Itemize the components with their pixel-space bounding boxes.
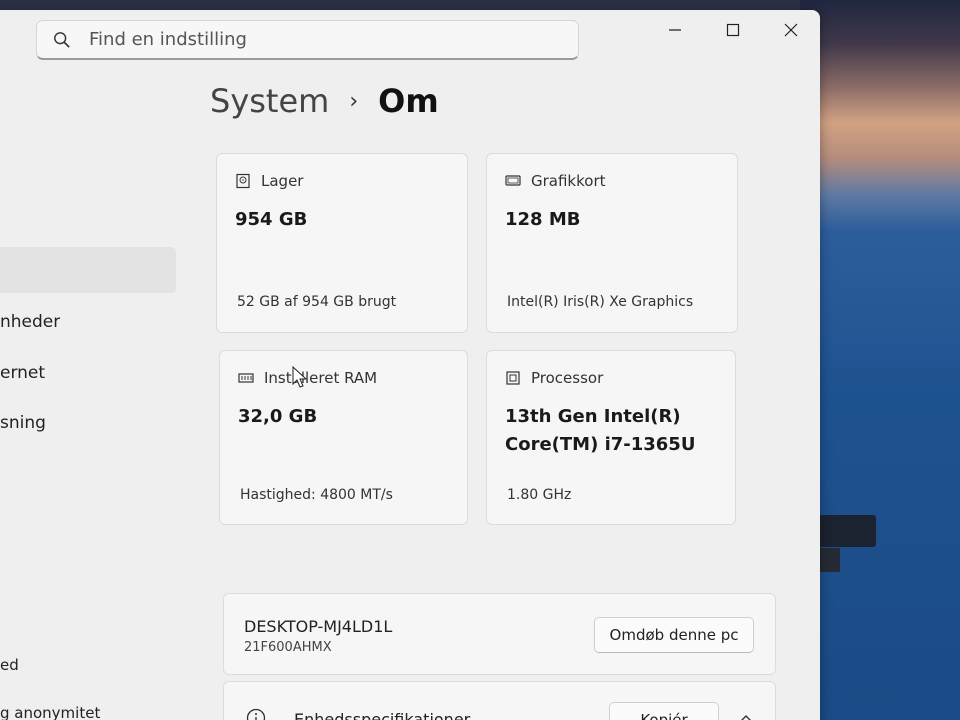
card-value: 128 MB bbox=[505, 209, 581, 230]
settings-window: Find en indstilling nheder ernet sning e… bbox=[0, 10, 820, 720]
device-name-card: DESKTOP-MJ4LD1L 21F600AHMX Omdøb denne p… bbox=[223, 593, 776, 675]
breadcrumb: System › Om bbox=[210, 82, 439, 120]
sidebar-item-other[interactable]: ed bbox=[0, 656, 19, 674]
card-subtext: 52 GB af 954 GB brugt bbox=[237, 294, 397, 310]
device-specs-card[interactable]: Enhedsspecifikationer Kopiér bbox=[223, 681, 776, 720]
search-input[interactable]: Find en indstilling bbox=[89, 29, 247, 50]
breadcrumb-parent[interactable]: System bbox=[210, 82, 329, 120]
storage-card[interactable]: Lager 954 GB 52 GB af 954 GB brugt bbox=[216, 153, 468, 333]
card-value-line: 13th Gen Intel(R) bbox=[505, 406, 681, 427]
device-serial: 21F600AHMX bbox=[244, 640, 332, 655]
window-controls bbox=[646, 10, 820, 50]
processor-card[interactable]: Processor 13th Gen Intel(R) Core(TM) i7-… bbox=[486, 350, 736, 525]
rename-pc-button[interactable]: Omdøb denne pc bbox=[594, 617, 754, 653]
card-label: Installeret RAM bbox=[264, 369, 378, 387]
copy-button[interactable]: Kopiér bbox=[609, 702, 719, 720]
sidebar-item-personalization[interactable]: sning bbox=[0, 413, 46, 433]
minimize-icon bbox=[669, 29, 681, 31]
page-title: Om bbox=[378, 82, 439, 120]
desktop-wallpaper bbox=[800, 0, 960, 720]
chevron-up-icon[interactable] bbox=[739, 712, 753, 720]
card-label: Lager bbox=[261, 172, 304, 190]
card-value: 32,0 GB bbox=[238, 406, 318, 427]
card-label: Processor bbox=[531, 369, 604, 387]
close-button[interactable] bbox=[762, 10, 820, 50]
breadcrumb-separator: › bbox=[349, 88, 359, 114]
sidebar-item-network[interactable]: ernet bbox=[0, 363, 45, 383]
device-specs-label: Enhedsspecifikationer bbox=[294, 710, 471, 720]
mouse-cursor-icon bbox=[292, 366, 308, 388]
minimize-button[interactable] bbox=[646, 10, 704, 50]
display-icon bbox=[505, 175, 521, 186]
sidebar-item-selected[interactable] bbox=[0, 247, 176, 293]
sidebar-item-devices[interactable]: nheder bbox=[0, 312, 60, 332]
card-label: Grafikkort bbox=[531, 172, 606, 190]
card-subtext: Intel(R) Iris(R) Xe Graphics bbox=[507, 294, 694, 310]
memory-icon bbox=[238, 373, 254, 383]
graphics-card[interactable]: Grafikkort 128 MB Intel(R) Iris(R) Xe Gr… bbox=[486, 153, 738, 333]
info-icon bbox=[246, 708, 266, 720]
sidebar-item-privacy[interactable]: g anonymitet bbox=[0, 704, 100, 720]
search-icon bbox=[54, 31, 70, 48]
maximize-button[interactable] bbox=[704, 10, 762, 50]
cpu-icon bbox=[506, 371, 520, 385]
close-icon bbox=[784, 23, 798, 37]
card-value: 954 GB bbox=[235, 209, 308, 230]
card-value: 13th Gen Intel(R) Core(TM) i7-1365U bbox=[505, 403, 695, 459]
maximize-icon bbox=[726, 23, 740, 37]
card-value-line: Core(TM) i7-1365U bbox=[505, 434, 696, 455]
drive-icon bbox=[236, 173, 250, 189]
ram-card[interactable]: Installeret RAM 32,0 GB Hastighed: 4800 … bbox=[219, 350, 468, 525]
search-box[interactable]: Find en indstilling bbox=[36, 20, 579, 60]
device-name: DESKTOP-MJ4LD1L bbox=[244, 617, 393, 636]
card-subtext: 1.80 GHz bbox=[507, 487, 572, 503]
card-subtext: Hastighed: 4800 MT/s bbox=[240, 487, 393, 503]
